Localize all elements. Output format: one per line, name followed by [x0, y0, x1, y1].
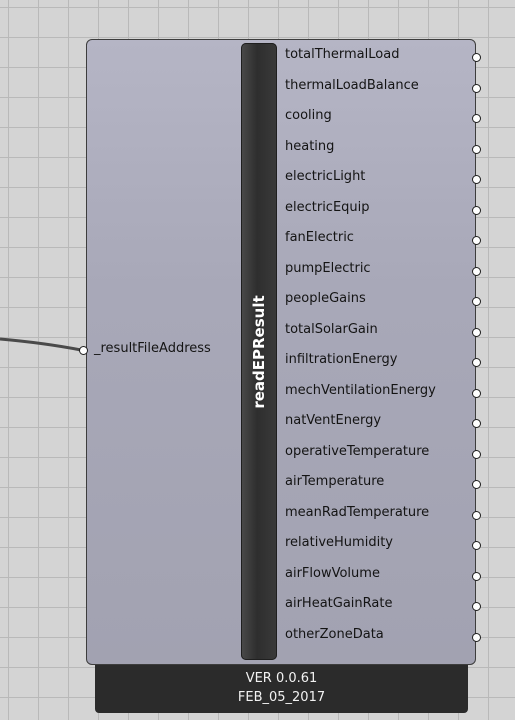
output-port[interactable] [472, 571, 481, 581]
output-label: electricLight [285, 169, 366, 184]
version-number: VER 0.0.61 [245, 671, 318, 686]
output-item-electric-light[interactable]: electricLight [285, 164, 485, 195]
output-label: natVentEnergy [285, 413, 382, 428]
output-label: operativeTemperature [285, 443, 430, 459]
output-port[interactable] [472, 114, 481, 123]
output-port[interactable] [472, 175, 481, 184]
output-item-pump-electric[interactable]: pumpElectric [285, 256, 485, 287]
version-date: FEB_05_2017 [237, 690, 326, 705]
output-label: heating [285, 138, 335, 154]
output-label: meanRadTemperature [285, 504, 430, 520]
output-item-air-temperature[interactable]: airTemperature [285, 469, 485, 500]
component-name-bar[interactable]: readEPResult [241, 43, 277, 660]
output-label: thermalLoadBalance [285, 77, 419, 93]
output-item-mech-ventilation-energy[interactable]: mechVentilationEnergy [285, 378, 485, 409]
output-label: mechVentilationEnergy [285, 382, 436, 398]
output-port[interactable] [472, 144, 481, 154]
output-label: otherZoneData [285, 626, 384, 642]
output-label: totalThermalLoad [285, 47, 400, 62]
output-item-air-flow-volume[interactable]: airFlowVolume [285, 561, 485, 592]
output-port[interactable] [472, 480, 481, 489]
output-label: electricEquip [285, 199, 370, 215]
output-label: airTemperature [285, 474, 385, 489]
output-label: fanElectric [285, 230, 354, 245]
output-item-thermal-load-balance[interactable]: thermalLoadBalance [285, 73, 485, 104]
output-port[interactable] [472, 632, 481, 642]
output-label: totalSolarGain [285, 321, 378, 337]
output-port[interactable] [472, 602, 481, 611]
output-label: relativeHumidity [285, 535, 393, 550]
output-port[interactable] [472, 205, 481, 215]
output-port[interactable] [472, 541, 481, 550]
output-port[interactable] [472, 297, 481, 306]
output-port[interactable] [472, 510, 481, 520]
output-item-cooling[interactable]: cooling [285, 103, 485, 134]
output-parameter-list: totalThermalLoad thermalLoadBalance cool… [285, 42, 485, 652]
result-file-address-input-label: _resultFileAddress [94, 341, 211, 356]
output-port[interactable] [472, 388, 481, 398]
output-item-total-thermal-load[interactable]: totalThermalLoad [285, 42, 485, 73]
output-port[interactable] [472, 327, 481, 337]
output-item-total-solar-gain[interactable]: totalSolarGain [285, 317, 485, 348]
result-file-address-input-port[interactable] [79, 346, 88, 355]
output-label: peopleGains [285, 291, 366, 306]
output-port[interactable] [472, 449, 481, 459]
output-item-infiltration-energy[interactable]: infiltrationEnergy [285, 347, 485, 378]
output-item-nat-vent-energy[interactable]: natVentEnergy [285, 408, 485, 439]
output-port[interactable] [472, 236, 481, 245]
output-item-operative-temperature[interactable]: operativeTemperature [285, 439, 485, 470]
output-label: infiltrationEnergy [285, 352, 398, 367]
output-item-other-zone-data[interactable]: otherZoneData [285, 622, 485, 653]
output-item-people-gains[interactable]: peopleGains [285, 286, 485, 317]
output-port[interactable] [472, 358, 481, 367]
output-item-fan-electric[interactable]: fanElectric [285, 225, 485, 256]
output-item-relative-humidity[interactable]: relativeHumidity [285, 530, 485, 561]
version-info: VER 0.0.61 FEB_05_2017 [95, 665, 468, 713]
output-label: airHeatGainRate [285, 596, 393, 611]
component-name: readEPResult [250, 294, 268, 409]
output-port[interactable] [472, 53, 481, 62]
output-port[interactable] [472, 266, 481, 276]
output-label: airFlowVolume [285, 565, 380, 581]
output-item-electric-equip[interactable]: electricEquip [285, 195, 485, 226]
output-port[interactable] [472, 419, 481, 428]
output-port[interactable] [472, 83, 481, 93]
output-item-mean-rad-temperature[interactable]: meanRadTemperature [285, 500, 485, 531]
output-item-heating[interactable]: heating [285, 134, 485, 165]
output-label: pumpElectric [285, 260, 371, 276]
output-label: cooling [285, 108, 332, 123]
output-item-air-heat-gain-rate[interactable]: airHeatGainRate [285, 591, 485, 622]
